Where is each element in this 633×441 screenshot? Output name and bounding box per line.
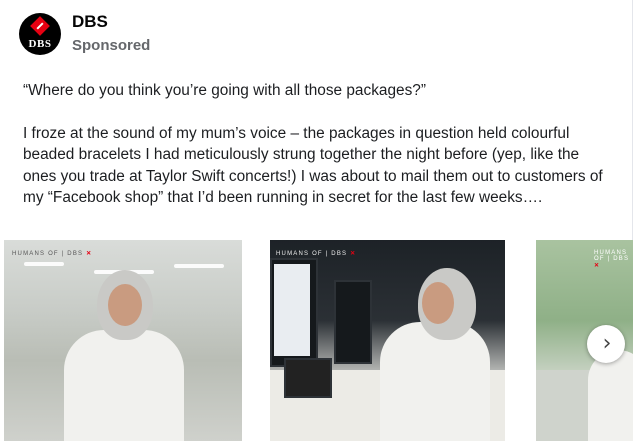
ceiling-light bbox=[24, 262, 64, 266]
ceiling-light bbox=[174, 264, 224, 268]
humans-of-dbs-watermark: HUMANS OF | DBS ✕ bbox=[594, 250, 630, 269]
person-photo bbox=[64, 330, 184, 441]
person-photo bbox=[380, 322, 490, 441]
ad-post: DBS DBS Sponsored “Where do you think yo… bbox=[0, 0, 633, 441]
post-paragraph-story: I froze at the sound of my mum’s voice –… bbox=[23, 124, 603, 207]
avatar-logo-text: DBS bbox=[28, 38, 52, 50]
carousel-next-button[interactable]: › bbox=[587, 325, 625, 363]
monitor bbox=[334, 280, 372, 364]
humans-of-dbs-watermark: HUMANS OF | DBS ✕ bbox=[276, 251, 357, 257]
sponsored-label[interactable]: Sponsored bbox=[72, 35, 150, 57]
face bbox=[108, 284, 142, 326]
monitor-screen bbox=[274, 264, 310, 356]
chevron-right-icon: › bbox=[602, 331, 612, 356]
post-paragraph-quote: “Where do you think you’re going with al… bbox=[23, 82, 426, 99]
carousel-card-1[interactable]: HUMANS OF | DBS ✕ bbox=[4, 240, 242, 441]
laptop bbox=[284, 358, 332, 398]
person-photo bbox=[588, 350, 633, 441]
post-meta: DBS Sponsored bbox=[72, 12, 150, 57]
humans-of-dbs-watermark: HUMANS OF | DBS ✕ bbox=[12, 251, 93, 257]
dbs-logo-icon bbox=[30, 16, 50, 36]
page-name[interactable]: DBS bbox=[72, 12, 150, 32]
post-header: DBS DBS Sponsored bbox=[19, 12, 150, 57]
post-text: “Where do you think you’re going with al… bbox=[23, 80, 613, 209]
carousel-card-2[interactable]: HUMANS OF | DBS ✕ bbox=[270, 240, 505, 441]
image-carousel[interactable]: HUMANS OF | DBS ✕ HUMANS OF | DBS ✕ HUMA… bbox=[0, 240, 633, 441]
avatar[interactable]: DBS bbox=[19, 13, 61, 55]
face bbox=[422, 282, 454, 324]
